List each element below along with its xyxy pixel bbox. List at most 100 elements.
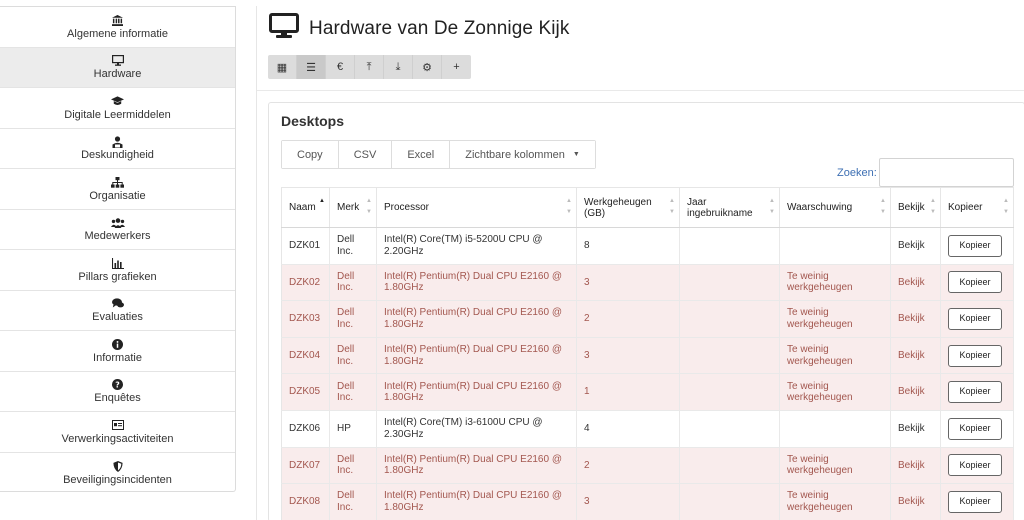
cell-kopieer: Kopieer <box>940 264 1014 302</box>
question-icon: ? <box>112 378 123 391</box>
column-header-naam[interactable]: Naam ▲ <box>281 187 330 228</box>
cell-processor: Intel(R) Pentium(R) Dual CPU E2160 @ 1.8… <box>376 483 577 520</box>
bekijk-link[interactable]: Bekijk <box>890 337 941 375</box>
copy-button[interactable]: Copy <box>282 141 339 168</box>
euro-button[interactable]: € <box>326 55 355 79</box>
bekijk-link[interactable]: Bekijk <box>890 373 941 411</box>
bekijk-link[interactable]: Bekijk <box>890 410 941 448</box>
id-card-icon <box>111 419 124 432</box>
sidebar-item-evaluaties[interactable]: Evaluaties <box>0 291 235 331</box>
kopieer-button[interactable]: Kopieer <box>948 381 1002 404</box>
sort-icon: ▲ ▼ <box>880 198 886 215</box>
cell-naam: DZK03 <box>281 300 330 338</box>
sidebar-item-label: Deskundigheid <box>81 149 154 162</box>
cell-processor: Intel(R) Pentium(R) Dual CPU E2160 @ 1.8… <box>376 447 577 485</box>
euro-icon: € <box>336 61 344 73</box>
visible-columns-label: Zichtbare kolommen <box>465 148 565 161</box>
table-row: DZK05 Dell Inc. Intel(R) Pentium(R) Dual C… <box>281 373 1014 411</box>
cell-merk: Dell Inc. <box>329 337 377 375</box>
column-header-kopieer[interactable]: Kopieer ▲ ▼ <box>940 187 1014 228</box>
cell-jaar <box>679 264 780 302</box>
column-header-merk[interactable]: Merk ▲ ▼ <box>329 187 377 228</box>
cell-werkgeheugen: 2 <box>576 300 680 338</box>
bekijk-link[interactable]: Bekijk <box>890 447 941 485</box>
bekijk-link[interactable]: Bekijk <box>890 264 941 302</box>
column-header-processor[interactable]: Processor ▲ ▼ <box>376 187 577 228</box>
kopieer-button[interactable]: Kopieer <box>948 454 1002 477</box>
sidebar-item-digitale-leermiddelen[interactable]: Digitale Leermiddelen <box>0 88 235 129</box>
kopieer-button[interactable]: Kopieer <box>948 417 1002 440</box>
sidebar-item-algemene-informatie[interactable]: Algemene informatie <box>0 7 235 48</box>
bekijk-link[interactable]: Bekijk <box>890 227 941 265</box>
visible-columns-button[interactable]: Zichtbare kolommen ▼ <box>450 141 595 168</box>
cogs-button[interactable]: ⚙ <box>413 55 442 79</box>
svg-text:?: ? <box>115 381 120 390</box>
sidebar-item-pillars-grafieken[interactable]: Pillars grafieken <box>0 250 235 291</box>
sidebar-item-label: Pillars grafieken <box>78 270 157 283</box>
table-row: DZK04 Dell Inc. Intel(R) Pentium(R) Dual C… <box>281 337 1014 375</box>
kopieer-button[interactable]: Kopieer <box>948 234 1002 257</box>
sidebar-item-deskundigheid[interactable]: Deskundigheid <box>0 129 235 169</box>
upload-icon: ⤒ <box>366 60 372 73</box>
kopieer-button[interactable]: Kopieer <box>948 307 1002 330</box>
cell-kopieer: Kopieer <box>940 447 1014 485</box>
cell-kopieer: Kopieer <box>940 483 1014 520</box>
cell-waarschuwing: Te weinig werkgeheugen <box>779 264 891 302</box>
download-button[interactable]: ⤓ <box>384 55 413 79</box>
cell-merk: Dell Inc. <box>329 447 377 485</box>
kopieer-button[interactable]: Kopieer <box>948 490 1002 513</box>
page-header: Hardware van De Zonnige Kijk <box>269 13 569 44</box>
sidebar-item-informatie[interactable]: Informatie <box>0 331 235 372</box>
bekijk-link[interactable]: Bekijk <box>890 300 941 338</box>
main-content: Hardware van De Zonnige Kijk ▦ ☰ € ⤒ ⤓ ⚙ + Des… <box>256 6 1024 520</box>
divider <box>257 90 1024 91</box>
cell-jaar <box>679 447 780 485</box>
list-button[interactable]: ☰ <box>297 55 326 79</box>
cell-waarschuwing: Te weinig werkgeheugen <box>779 447 891 485</box>
cell-kopieer: Kopieer <box>940 300 1014 338</box>
sidebar-item-label: Organisatie <box>89 189 146 202</box>
bekijk-link[interactable]: Bekijk <box>890 483 941 520</box>
sidebar-item-organisatie[interactable]: Organisatie <box>0 169 235 210</box>
cell-naam: DZK04 <box>281 337 330 375</box>
plus-button[interactable]: + <box>442 55 471 79</box>
export-button-group: Copy CSV Excel Zichtbare kolommen ▼ <box>281 140 596 169</box>
sidebar-item-label: Digitale Leermiddelen <box>64 108 171 121</box>
cell-jaar <box>679 337 780 375</box>
cell-processor: Intel(R) Core(TM) i3-6100U CPU @ 2.30GHz <box>376 410 577 448</box>
cell-waarschuwing <box>779 410 891 448</box>
search-input[interactable] <box>879 158 1014 187</box>
sort-icon: ▲ ▼ <box>930 198 936 215</box>
sidebar-item-medewerkers[interactable]: Medewerkers <box>0 210 235 250</box>
excel-button[interactable]: Excel <box>392 141 451 168</box>
cell-waarschuwing: Te weinig werkgeheugen <box>779 373 891 411</box>
list-icon: ☰ <box>306 61 316 74</box>
table-row: DZK08 Dell Inc. Intel(R) Pentium(R) Dual C… <box>281 483 1014 520</box>
sidebar-item-verwerkingsactiviteiten[interactable]: Verwerkingsactiviteiten <box>0 412 235 453</box>
kopieer-button[interactable]: Kopieer <box>948 344 1002 367</box>
sidebar-item-beveiligingsincidenten[interactable]: Beveiligingsincidenten <box>0 453 235 492</box>
bar-chart-icon <box>111 257 124 270</box>
cell-werkgeheugen: 3 <box>576 337 680 375</box>
plus-icon: + <box>453 61 460 73</box>
column-header-jaar[interactable]: Jaar ingebruikname ▲ ▼ <box>679 187 780 228</box>
cell-werkgeheugen: 1 <box>576 373 680 411</box>
sidebar-item-label: Algemene informatie <box>67 27 168 40</box>
sidebar-item-hardware[interactable]: Hardware <box>0 47 235 88</box>
org-chart-icon <box>111 176 124 189</box>
cell-merk: Dell Inc. <box>329 300 377 338</box>
sidebar-item-enqu-tes[interactable]: ? Enquêtes <box>0 372 235 412</box>
cell-merk: Dell Inc. <box>329 227 377 265</box>
sidebar-item-label: Verwerkingsactiviteiten <box>61 432 174 445</box>
upload-button[interactable]: ⤒ <box>355 55 384 79</box>
csv-button[interactable]: CSV <box>338 141 393 168</box>
cell-kopieer: Kopieer <box>940 410 1014 448</box>
grid-button[interactable]: ▦ <box>268 55 297 79</box>
table-row: DZK06 HP Intel(R) Core(TM) i3-6100U CPU @ … <box>281 410 1014 448</box>
column-header-waarschuwing[interactable]: Waarschuwing ▲ ▼ <box>779 187 891 228</box>
kopieer-button[interactable]: Kopieer <box>948 271 1002 294</box>
column-header-werkgeheugen[interactable]: Werkgeheugen (GB) ▲ ▼ <box>576 187 680 228</box>
column-header-bekijk[interactable]: Bekijk ▲ ▼ <box>890 187 941 228</box>
cell-jaar <box>679 410 780 448</box>
cell-naam: DZK08 <box>281 483 330 520</box>
